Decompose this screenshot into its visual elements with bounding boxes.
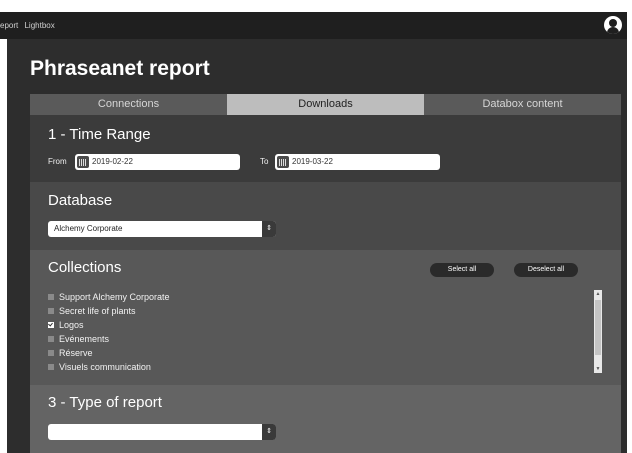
calendar-icon[interactable]	[77, 156, 89, 168]
tab-connections[interactable]: Connections	[30, 94, 227, 115]
collection-item[interactable]: Logos	[48, 318, 170, 332]
scrollbar-thumb[interactable]	[595, 300, 601, 355]
collections-scrollbar[interactable]: ▲ ▼	[594, 290, 602, 373]
collection-item[interactable]: Réserve	[48, 346, 170, 360]
user-avatar-icon[interactable]	[604, 16, 622, 34]
collection-checkbox[interactable]	[48, 322, 54, 328]
collection-label: Secret life of plants	[59, 306, 136, 316]
database-select[interactable]: Alchemy Corporate ⇕	[48, 221, 276, 237]
collection-label: Logos	[59, 320, 84, 330]
collection-checkbox[interactable]	[48, 308, 54, 314]
page-title: Phraseanet report	[30, 57, 210, 80]
database-section: Database Alchemy Corporate ⇕	[30, 182, 621, 250]
from-date-field[interactable]: 2019-02-22	[75, 154, 240, 170]
collection-label: Visuels communication	[59, 362, 151, 372]
collection-label: Evénements	[59, 334, 110, 344]
collection-checkbox[interactable]	[48, 336, 54, 342]
time-range-section: 1 - Time Range From 2019-02-22 To 2019-0…	[30, 115, 621, 182]
collection-item[interactable]: Evénements	[48, 332, 170, 346]
avatar-body	[607, 27, 619, 34]
time-range-title: 1 - Time Range	[48, 126, 151, 143]
collection-checkbox[interactable]	[48, 350, 54, 356]
from-label: From	[48, 157, 67, 166]
to-date-value: 2019-03-22	[292, 157, 333, 166]
collection-checkbox[interactable]	[48, 364, 54, 370]
report-type-select[interactable]: ⇕	[48, 424, 276, 440]
tab-downloads[interactable]: Downloads	[227, 94, 424, 115]
scroll-down-icon[interactable]: ▼	[594, 365, 602, 373]
main-panel: Phraseanet report Connections Downloads …	[7, 39, 627, 453]
avatar-head	[609, 19, 617, 27]
collection-label: Réserve	[59, 348, 93, 358]
top-nav: eport Lightbox	[0, 12, 59, 39]
from-date-value: 2019-02-22	[92, 157, 133, 166]
nav-item-report[interactable]: eport	[0, 21, 18, 30]
scroll-up-icon[interactable]: ▲	[594, 290, 602, 298]
database-title: Database	[48, 192, 113, 209]
tab-databox-content[interactable]: Databox content	[424, 94, 621, 115]
report-type-title: 3 - Type of report	[48, 394, 162, 411]
collections-list: Support Alchemy Corporate Secret life of…	[48, 290, 170, 374]
to-date-field[interactable]: 2019-03-22	[275, 154, 440, 170]
collection-item[interactable]: Support Alchemy Corporate	[48, 290, 170, 304]
top-bar: eport Lightbox	[0, 12, 627, 39]
select-arrows-icon: ⇕	[262, 424, 276, 440]
report-type-section: 3 - Type of report ⇕	[30, 385, 621, 453]
deselect-all-button[interactable]: Deselect all	[514, 263, 578, 277]
collection-label: Support Alchemy Corporate	[59, 292, 170, 302]
select-arrows-icon: ⇕	[262, 221, 276, 237]
nav-item-lightbox[interactable]: Lightbox	[24, 21, 54, 30]
select-all-button[interactable]: Select all	[430, 263, 494, 277]
collection-item[interactable]: Secret life of plants	[48, 304, 170, 318]
collections-section: Collections Select all Deselect all Supp…	[30, 250, 621, 385]
collections-title: Collections	[48, 259, 122, 276]
report-tabs: Connections Downloads Databox content	[30, 94, 621, 115]
collection-item[interactable]: Visuels communication	[48, 360, 170, 374]
to-label: To	[260, 157, 269, 166]
collection-checkbox[interactable]	[48, 294, 54, 300]
database-selected-value: Alchemy Corporate	[54, 224, 123, 233]
calendar-icon[interactable]	[277, 156, 289, 168]
